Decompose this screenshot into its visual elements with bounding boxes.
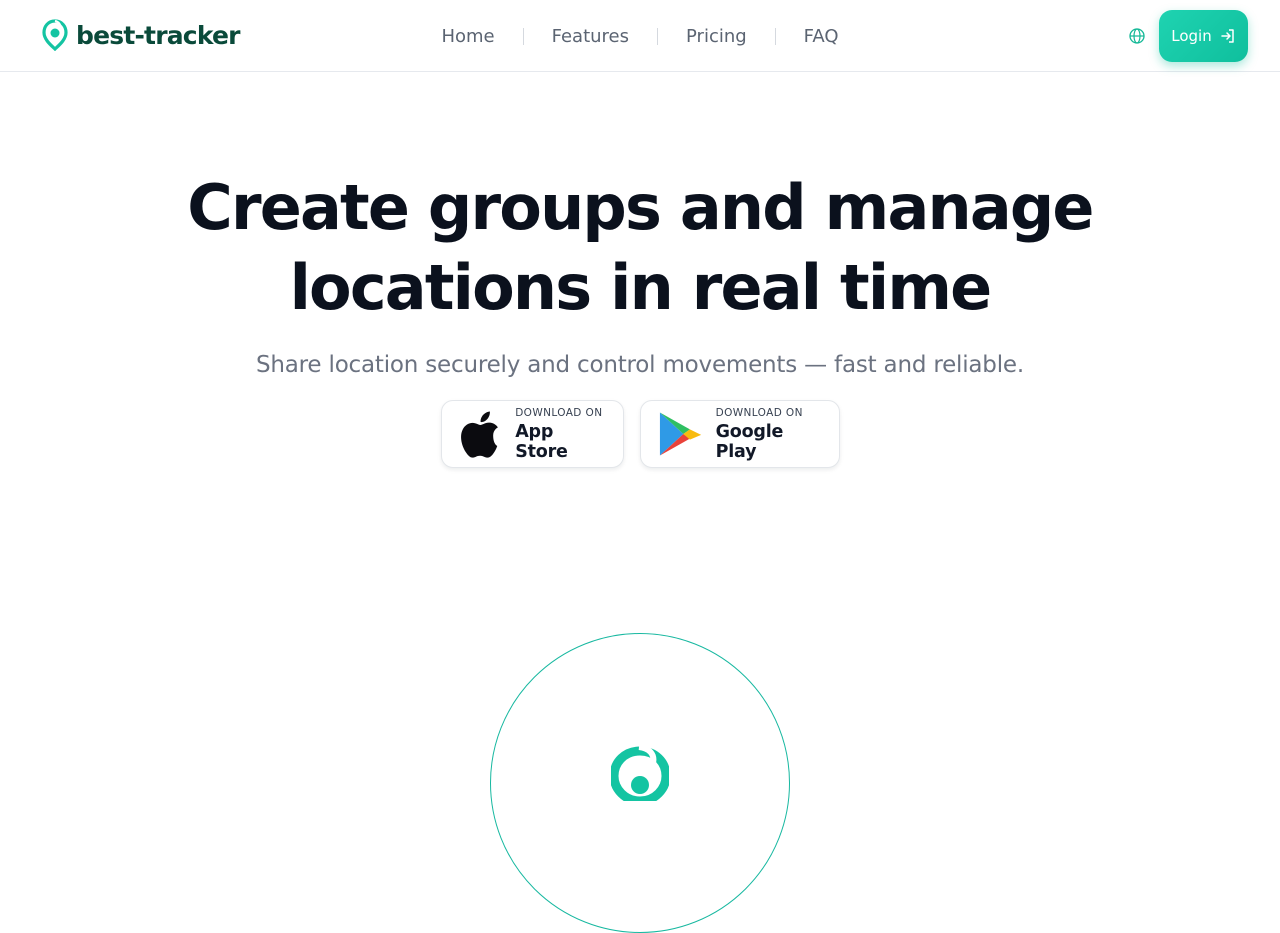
apple-icon (460, 411, 498, 458)
brand-name: best-tracker (76, 20, 240, 50)
nav-features[interactable]: Features (524, 26, 657, 47)
nav-faq[interactable]: FAQ (776, 26, 867, 47)
google-play-text: DOWNLOAD ON Google Play (716, 407, 823, 462)
hero-title: Create groups and manage locations in re… (187, 171, 1094, 324)
brand-logo-link[interactable]: best-tracker (42, 18, 240, 52)
google-play-label: Google Play (715, 421, 784, 462)
google-play-icon (659, 412, 701, 456)
globe-icon[interactable] (1128, 27, 1146, 45)
hero-subtitle: Share location securely and control move… (256, 352, 1024, 378)
store-buttons: DOWNLOAD ON App Store DOWNLOAD ON Google… (0, 400, 1280, 468)
login-label: Login (1171, 27, 1212, 45)
google-play-button[interactable]: DOWNLOAD ON Google Play (639, 400, 840, 468)
app-store-caption: DOWNLOAD ON (515, 406, 603, 419)
location-pin-logo-icon (42, 19, 68, 51)
nav-home[interactable]: Home (413, 26, 522, 47)
location-pin-logo-icon (611, 745, 669, 801)
app-store-button[interactable]: DOWNLOAD ON App Store (440, 400, 624, 468)
app-store-text: DOWNLOAD ON App Store (515, 407, 606, 462)
login-arrow-icon (1220, 29, 1234, 43)
login-button[interactable]: Login (1159, 10, 1248, 62)
app-store-label: App Store (515, 421, 568, 462)
top-navbar: best-tracker Home Features Pricing FAQ L… (0, 0, 1280, 72)
nav-pricing[interactable]: Pricing (658, 26, 775, 47)
google-play-caption: DOWNLOAD ON (715, 406, 803, 419)
